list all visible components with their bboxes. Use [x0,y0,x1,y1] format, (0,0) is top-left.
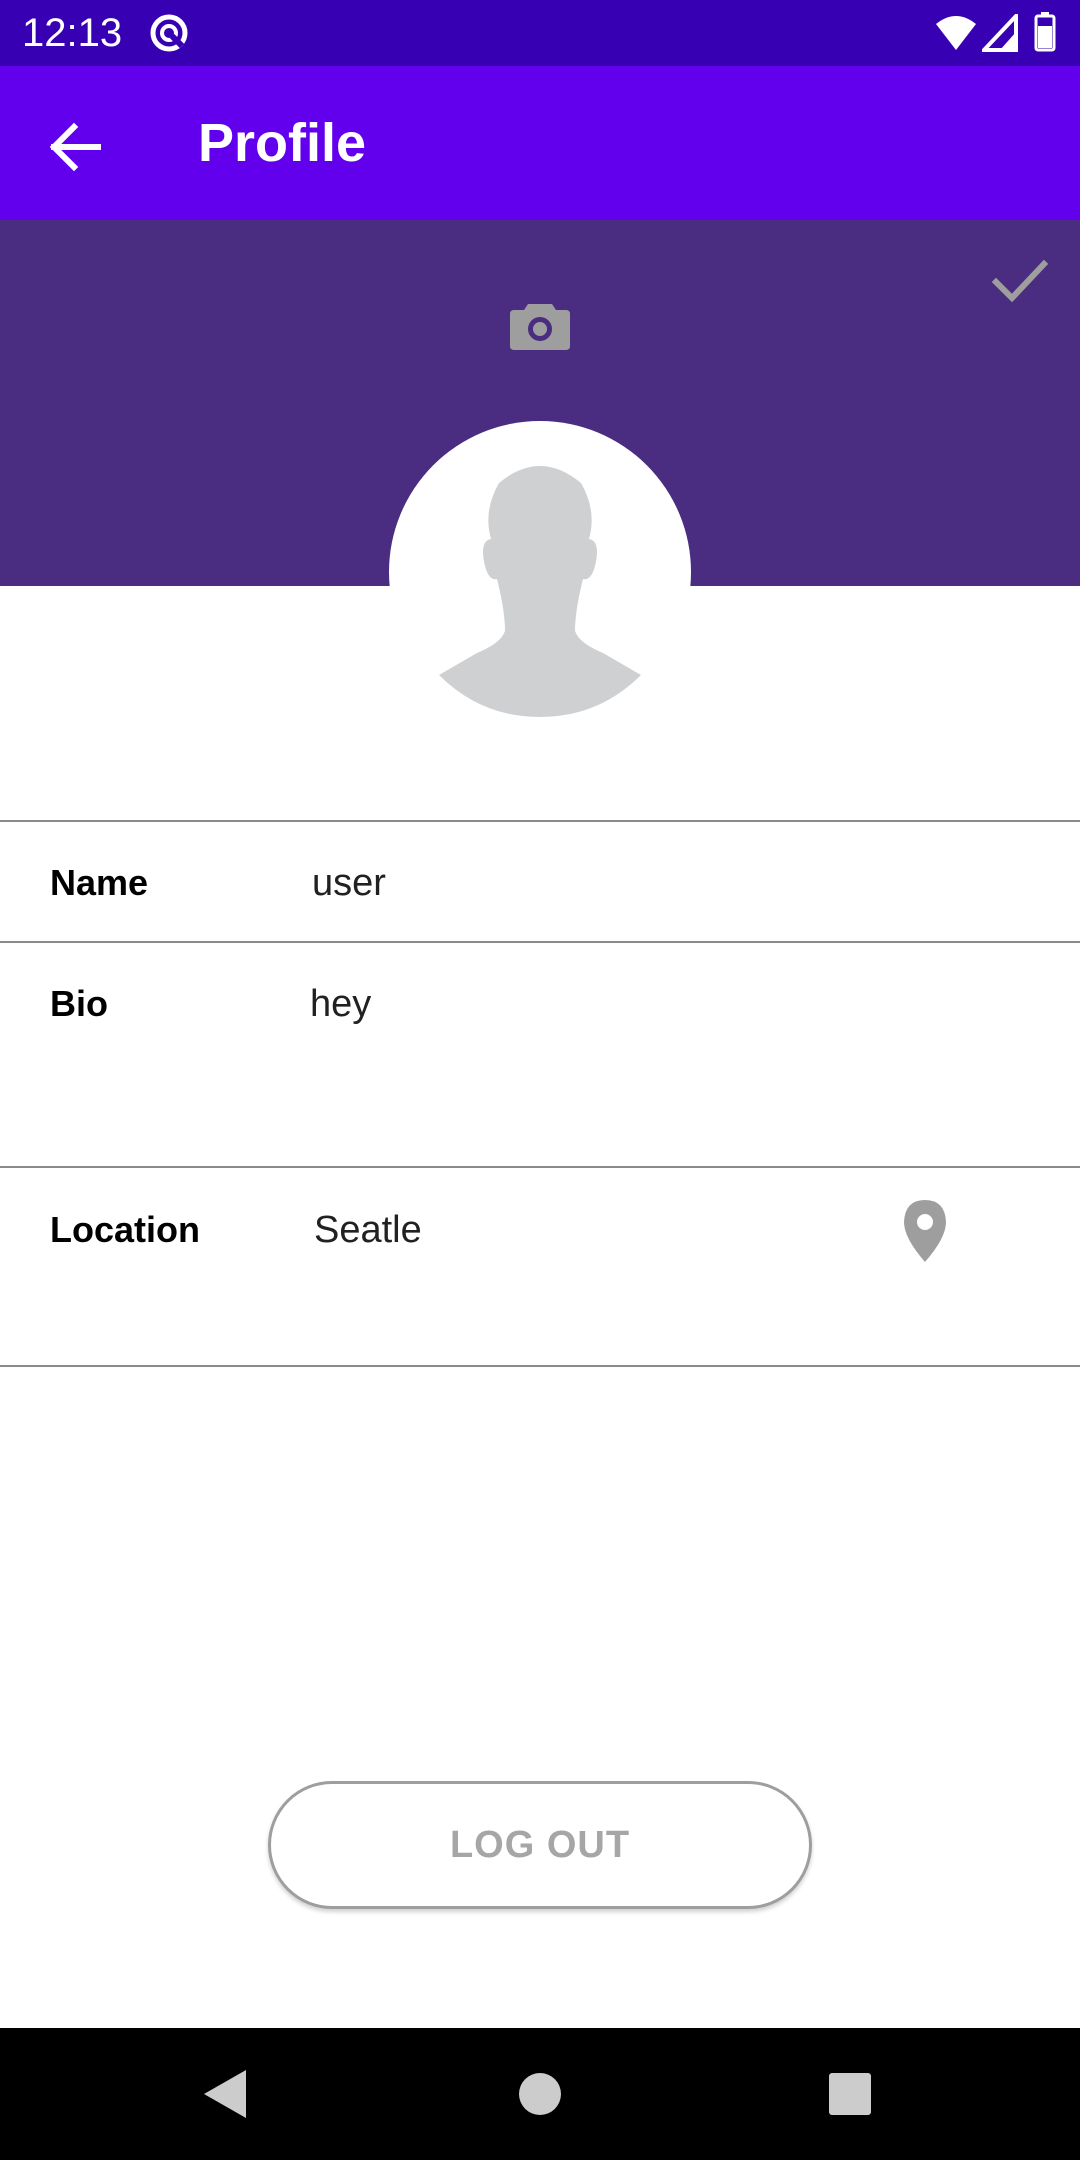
camera-icon [500,304,580,370]
divider [0,1365,1080,1367]
back-button[interactable] [34,105,118,189]
status-time: 12:13 [22,11,123,55]
avatar[interactable] [389,421,691,723]
nav-recents-icon [810,2073,890,2138]
system-nav-bar [0,2028,1080,2160]
nav-back-icon [186,2070,266,2138]
divider [0,941,1080,943]
cell-signal-icon [979,10,1018,57]
nav-back-button[interactable] [186,2054,266,2134]
bio-label: Bio [50,983,108,1024]
location-label: Location [50,1209,200,1250]
name-field[interactable]: user [312,860,386,906]
battery-icon [1034,12,1056,57]
divider [0,820,1080,822]
bio-field[interactable]: hey [310,981,371,1027]
wifi-icon [934,14,978,57]
pick-location-button[interactable] [890,1196,960,1266]
nav-recents-button[interactable] [810,2054,890,2134]
save-button[interactable] [980,240,1060,320]
change-photo-button[interactable] [500,286,580,366]
map-pin-icon [890,1200,960,1270]
divider [0,1166,1080,1168]
nav-home-button[interactable] [500,2054,580,2134]
nav-home-icon [500,2073,580,2138]
profile-screen: 12:13 Profile Name user Bio hey Location… [0,0,1080,2160]
data-saver-icon [148,12,190,59]
name-label: Name [50,862,149,903]
person-silhouette-icon [389,466,691,723]
logout-button[interactable]: LOG OUT [268,1781,812,1909]
app-bar: Profile [0,66,1080,220]
status-bar: 12:13 [0,0,1080,66]
check-icon [980,259,1060,324]
page-title: Profile [198,113,367,173]
arrow-back-icon [34,122,118,193]
location-field[interactable]: Seatle [314,1207,422,1253]
